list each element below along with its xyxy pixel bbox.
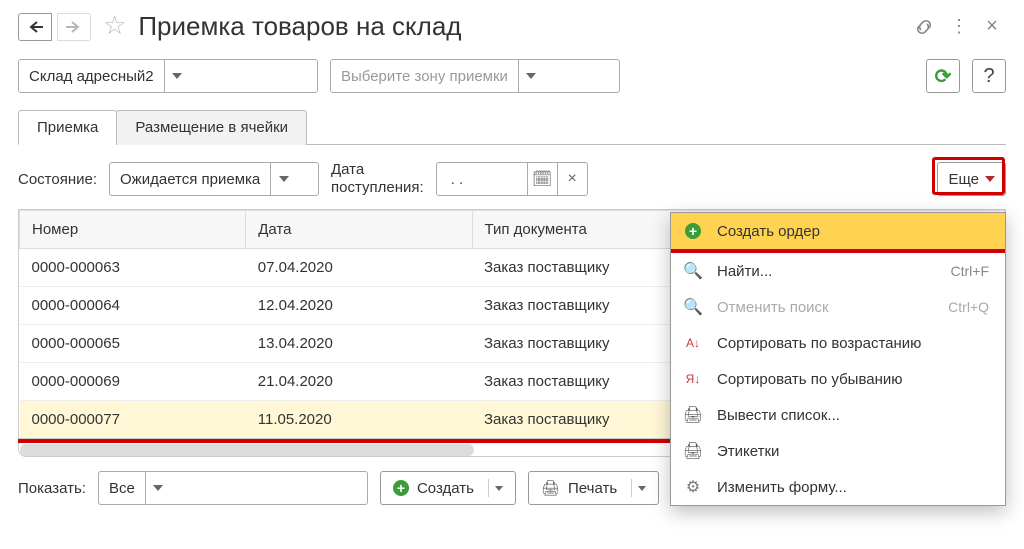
chevron-down-icon [279,176,289,182]
more-popup: + Создать ордер 🔍 Найти... Ctrl+F 🔍 Отме… [670,212,1006,506]
popup-change-form[interactable]: ⚙ Изменить форму... [671,469,1005,505]
nav-forward-button[interactable] [57,13,91,41]
state-select[interactable]: Ожидается приемка [109,162,319,196]
col-number[interactable]: Номер [20,211,246,249]
more-label: Еще [948,171,979,188]
popup-sort-asc[interactable]: А↓ Сортировать по возрастанию [671,325,1005,361]
zone-placeholder: Выберите зону приемки [331,60,518,92]
date-clear-button[interactable]: × [557,163,587,195]
date-input[interactable]: . . 🗓 × [436,162,588,196]
cell-num: 0000-000069 [20,363,246,401]
chevron-down-icon [153,485,163,491]
warehouse-value: Склад адресный2 [19,60,164,92]
warehouse-select[interactable]: Склад адресный2 [18,59,318,93]
scrollbar-thumb[interactable] [20,444,474,456]
arrow-left-icon [27,21,43,33]
calendar-icon: 🗓 [532,169,552,189]
gear-icon: ⚙ [683,477,703,497]
create-button[interactable]: + Создать [380,471,516,505]
chevron-down-icon [526,73,536,79]
popup-cancel-search[interactable]: 🔍 Отменить поиск Ctrl+Q [671,289,1005,325]
state-value: Ожидается приемка [110,163,270,195]
chevron-down-icon [172,73,182,79]
refresh-icon: ⟳ [935,64,952,89]
show-label: Показать: [18,480,86,497]
cell-date: 21.04.2020 [246,363,472,401]
chevron-down-icon [495,486,503,491]
show-filter-value: Все [99,472,145,504]
chevron-down-icon [638,486,646,491]
printer-icon: 🖨 [683,441,703,461]
cell-num: 0000-000063 [20,249,246,287]
page-title: Приемка товаров на склад [138,11,461,42]
popup-find[interactable]: 🔍 Найти... Ctrl+F [671,253,1005,289]
state-label: Состояние: [18,171,97,188]
printer-icon: 🖨 [541,479,560,497]
chevron-down-icon [985,176,995,182]
popup-labels[interactable]: 🖨 Этикетки [671,433,1005,469]
link-icon[interactable] [910,13,938,41]
show-filter-dropdown-button[interactable] [145,472,171,504]
plus-circle-icon: + [393,480,409,496]
cell-num: 0000-000077 [20,401,246,439]
close-button[interactable]: × [978,13,1006,41]
zone-select[interactable]: Выберите зону приемки [330,59,620,93]
cell-num: 0000-000065 [20,325,246,363]
printer-icon: 🖨 [683,405,703,425]
cell-date: 11.05.2020 [246,401,472,439]
tab-receipt[interactable]: Приемка [18,110,117,145]
cell-date: 12.04.2020 [246,287,472,325]
cell-date: 13.04.2020 [246,325,472,363]
date-label-1: Дата [331,161,424,179]
zone-dropdown-button[interactable] [518,60,544,92]
favorite-star-icon[interactable]: ☆ [103,10,126,41]
date-calendar-button[interactable]: 🗓 [527,163,557,195]
refresh-button[interactable]: ⟳ [926,59,960,93]
kebab-menu-button[interactable]: ⋮ [944,13,972,41]
nav-back-button[interactable] [18,13,52,41]
search-icon: 🔍 [683,261,703,281]
chain-icon [914,17,934,37]
sort-asc-icon: А↓ [683,336,703,350]
state-dropdown-button[interactable] [270,163,296,195]
print-button[interactable]: 🖨 Печать [528,471,659,505]
cell-num: 0000-000064 [20,287,246,325]
col-date[interactable]: Дата [246,211,472,249]
tab-placement[interactable]: Размещение в ячейки [116,110,307,145]
cancel-search-icon: 🔍 [683,297,703,317]
cell-date: 07.04.2020 [246,249,472,287]
more-button[interactable]: Еще [937,162,1006,196]
clear-icon: × [568,170,577,188]
create-label: Создать [417,480,474,497]
sort-desc-icon: Я↓ [683,372,703,386]
popup-create-order[interactable]: + Создать ордер [671,213,1005,249]
date-label-2: поступления: [331,179,424,197]
arrow-right-icon [66,21,82,33]
show-filter-select[interactable]: Все [98,471,368,505]
help-button[interactable]: ? [972,59,1006,93]
popup-sort-desc[interactable]: Я↓ Сортировать по убыванию [671,361,1005,397]
print-label: Печать [568,480,617,497]
plus-circle-icon: + [685,223,701,239]
date-value: . . [437,163,527,195]
warehouse-dropdown-button[interactable] [164,60,190,92]
popup-export-list[interactable]: 🖨 Вывести список... [671,397,1005,433]
